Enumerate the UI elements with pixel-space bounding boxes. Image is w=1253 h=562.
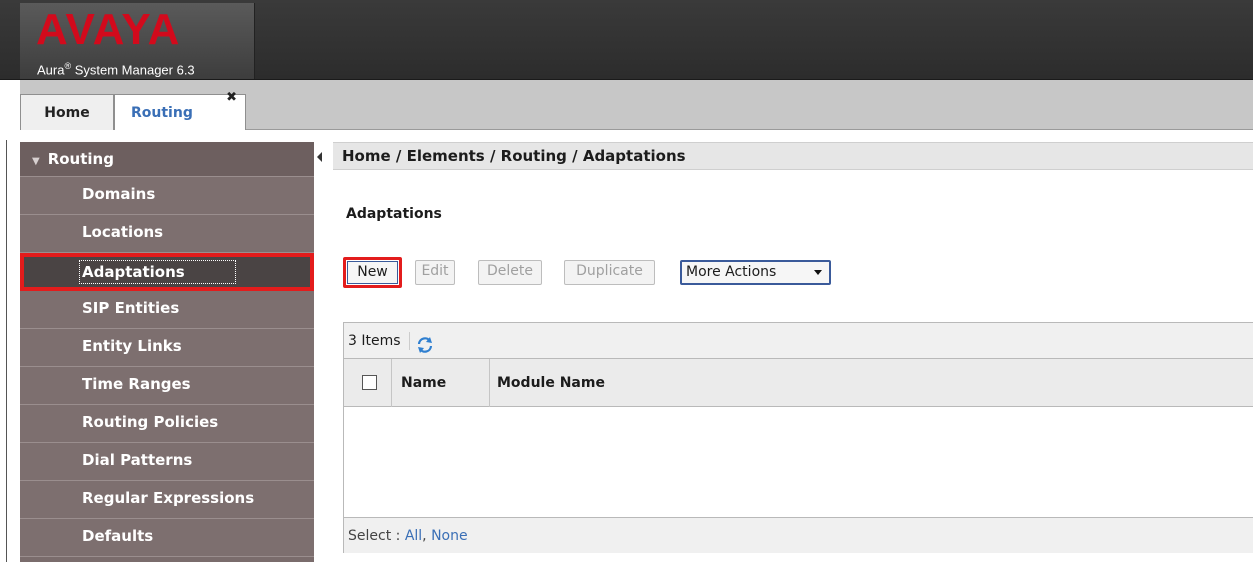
triangle-down-icon: ▼ (32, 156, 40, 167)
delete-button[interactable]: Delete (478, 260, 542, 285)
select-all-checkbox[interactable] (362, 375, 377, 390)
product-title: System Manager 6.3 (71, 62, 195, 78)
sidebar-header-label: Routing (47, 150, 114, 168)
page-title: Adaptations (346, 206, 442, 222)
new-button[interactable]: New (343, 257, 402, 288)
sidebar-item-sip-entities[interactable]: SIP Entities (20, 291, 314, 329)
sidebar-item-adaptations[interactable]: Adaptations (20, 253, 314, 291)
sidebar-item-regular-expressions[interactable]: Regular Expressions (20, 481, 314, 519)
duplicate-button[interactable]: Duplicate (564, 260, 655, 285)
select-separator: , (422, 528, 427, 544)
more-actions-dropdown[interactable]: More Actions (680, 260, 831, 285)
select-prefix: Select : (348, 528, 405, 544)
tab-bar: Home Routing ✖ (20, 80, 1253, 130)
column-header-module-name[interactable]: Module Name (497, 359, 605, 407)
toolbar-separator (408, 332, 410, 350)
caret-down-icon (814, 270, 822, 275)
sidebar-item-label: Adaptations (79, 260, 236, 284)
table-footer: Select : All, None (344, 517, 1253, 553)
breadcrumb: Home / Elements / Routing / Adaptations (333, 142, 1253, 170)
sidebar-item-routing-policies[interactable]: Routing Policies (20, 405, 314, 443)
avaya-logo: AVAYA (36, 5, 181, 54)
edit-button[interactable]: Edit (415, 260, 455, 285)
select-all-link[interactable]: All (405, 528, 422, 544)
column-divider (391, 359, 392, 407)
sidebar-item-entity-links[interactable]: Entity Links (20, 329, 314, 367)
table-body (344, 407, 1253, 517)
sidebar-item-defaults[interactable]: Defaults (20, 519, 314, 557)
tab-routing-label: Routing (131, 105, 193, 121)
tab-home[interactable]: Home (20, 94, 114, 130)
table-toolbar: 3 Items (344, 323, 1253, 359)
app-header: AVAYA Aura® System Manager 6.3 (0, 0, 1253, 80)
product-name: Aura® System Manager 6.3 (37, 58, 195, 78)
column-header-name[interactable]: Name (401, 359, 446, 407)
close-icon[interactable]: ✖ (226, 88, 237, 108)
more-actions-label: More Actions (686, 264, 777, 280)
sidebar-item-locations[interactable]: Locations (20, 215, 314, 253)
tab-routing[interactable]: Routing ✖ (114, 90, 246, 130)
collapse-arrow-icon[interactable] (317, 152, 322, 162)
sidebar-nav: ▼ Routing Domains Locations Adaptations S… (20, 142, 314, 562)
sidebar-header-routing[interactable]: ▼ Routing (20, 142, 314, 177)
branding-box: AVAYA Aura® System Manager 6.3 (20, 3, 255, 79)
sidebar-item-dial-patterns[interactable]: Dial Patterns (20, 443, 314, 481)
column-divider (489, 359, 490, 407)
sidebar-item-domains[interactable]: Domains (20, 177, 314, 215)
new-button-label: New (347, 261, 398, 284)
sidebar-item-time-ranges[interactable]: Time Ranges (20, 367, 314, 405)
product-prefix: Aura (37, 62, 65, 78)
select-none-link[interactable]: None (431, 528, 468, 544)
page-edge-divider (6, 140, 7, 562)
item-count: 3 Items (348, 333, 401, 349)
table-header-row: Name Module Name (344, 359, 1253, 407)
adaptations-table: 3 Items Name Module Name Select : All, N… (343, 322, 1253, 553)
refresh-icon[interactable] (416, 332, 434, 353)
